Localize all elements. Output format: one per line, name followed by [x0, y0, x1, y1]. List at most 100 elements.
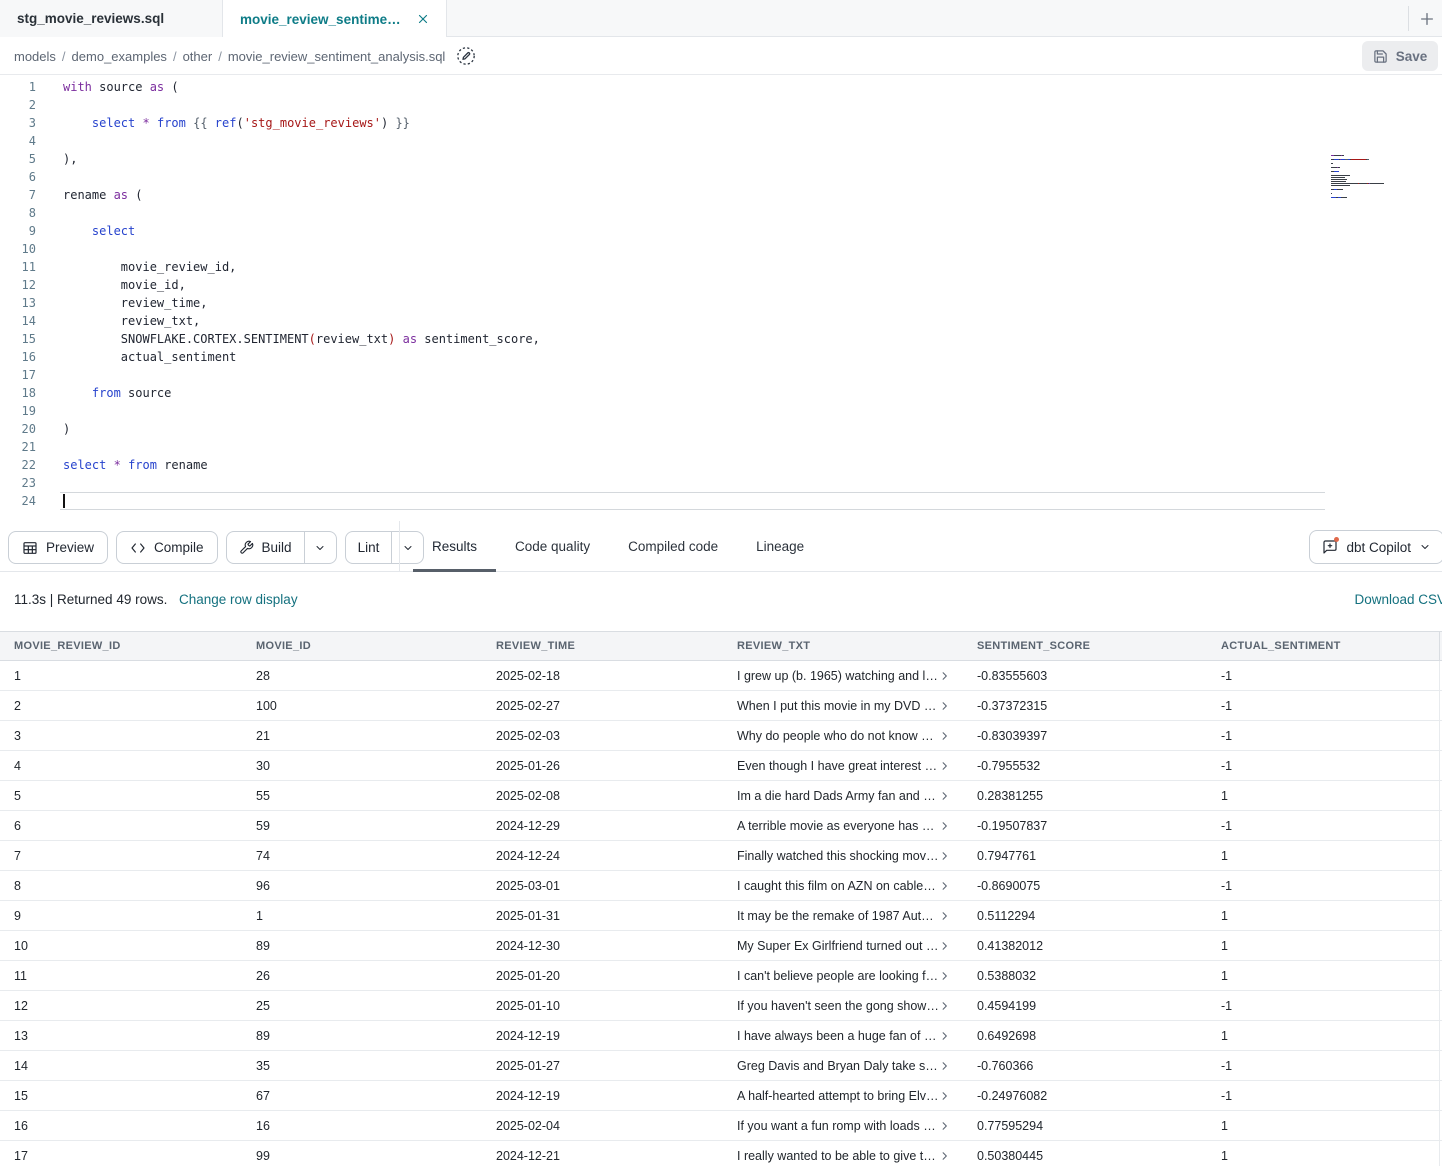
code-token: as — [150, 80, 164, 94]
row-expander-chevron-icon[interactable] — [939, 730, 950, 741]
tab-results[interactable]: Results — [413, 521, 496, 572]
build-dropdown-chevron-icon[interactable] — [305, 532, 336, 563]
row-expander-chevron-icon[interactable] — [939, 790, 950, 801]
change-row-display-link[interactable]: Change row display — [179, 592, 298, 607]
table-cell: 1 — [1207, 1141, 1440, 1166]
row-expander-chevron-icon[interactable] — [939, 1000, 950, 1011]
compile-label: Compile — [154, 540, 204, 555]
breadcrumb-item: other — [183, 49, 213, 64]
table-row: 13892024-12-19I have always been a huge … — [0, 1021, 1442, 1051]
breadcrumb-item: models — [14, 49, 56, 64]
row-expander-chevron-icon[interactable] — [939, 970, 950, 981]
row-expander-chevron-icon[interactable] — [939, 1150, 950, 1161]
table-cell: 0.5388032 — [963, 961, 1207, 990]
code-editor[interactable]: 123456789101112131415161718192021222324 … — [0, 75, 1442, 521]
line-number: 23 — [0, 474, 36, 492]
row-expander-chevron-icon[interactable] — [939, 910, 950, 921]
line-number: 6 — [0, 168, 36, 186]
table-cell: -1 — [1207, 871, 1440, 900]
table-cell: 28 — [242, 661, 482, 690]
line-number: 21 — [0, 438, 36, 456]
table-row: 10892024-12-30My Super Ex Girlfriend tur… — [0, 931, 1442, 961]
results-table-header: MOVIE_REVIEW_IDMOVIE_IDREVIEW_TIMEREVIEW… — [0, 631, 1442, 661]
breadcrumb: models/demo_examples/other/movie_review_… — [14, 37, 476, 75]
minimap[interactable] — [1331, 155, 1403, 203]
close-icon[interactable] — [416, 12, 430, 26]
line-number: 19 — [0, 402, 36, 420]
table-cell: 17 — [0, 1141, 242, 1166]
lint-label: Lint — [358, 540, 380, 555]
table-cell: 11 — [0, 961, 242, 990]
table-cell: 1 — [0, 661, 242, 690]
file-tab-stg-movie-reviews[interactable]: stg_movie_reviews.sql — [0, 0, 223, 37]
table-cell: Im a die hard Dads Army fan and nothi… — [723, 781, 963, 810]
table-cell: I caught this film on AZN on cable. It s… — [723, 871, 963, 900]
tab-code-quality[interactable]: Code quality — [496, 521, 609, 572]
row-expander-chevron-icon[interactable] — [939, 670, 950, 681]
table-cell: 59 — [242, 811, 482, 840]
build-button[interactable]: Build — [227, 532, 305, 563]
line-number: 18 — [0, 384, 36, 402]
table-row: 8962025-03-01I caught this film on AZN o… — [0, 871, 1442, 901]
code-line — [60, 240, 1325, 258]
line-number: 24 — [0, 492, 36, 510]
minimap-bar — [1334, 171, 1339, 172]
line-number: 20 — [0, 420, 36, 438]
minimap-bar — [1351, 159, 1366, 160]
save-button[interactable]: Save — [1362, 41, 1438, 71]
code-line: select * from {{ ref('stg_movie_reviews'… — [60, 114, 1325, 132]
download-csv-link[interactable]: Download CSV — [1354, 592, 1442, 607]
code-token: movie_id, — [63, 278, 186, 292]
table-cell: A half-hearted attempt to bring Elvis P… — [723, 1081, 963, 1110]
table-cell: 8 — [0, 871, 242, 900]
review-text: It may be the remake of 1987 Autumn'… — [737, 909, 939, 923]
dbt-copilot-button[interactable]: dbt Copilot — [1309, 530, 1442, 564]
file-tab-movie-review-sentiment[interactable]: movie_review_sentiment_… — [223, 0, 447, 38]
tab-compiled-code[interactable]: Compiled code — [609, 521, 737, 572]
code-line: SNOWFLAKE.CORTEX.SENTIMENT(review_txt) a… — [60, 330, 1325, 348]
tab-lineage[interactable]: Lineage — [737, 521, 823, 572]
compile-button[interactable]: Compile — [116, 531, 218, 564]
row-expander-chevron-icon[interactable] — [939, 850, 950, 861]
review-text: I can't believe people are looking for a… — [737, 969, 939, 983]
results-tabs: Results Code quality Compiled code Linea… — [413, 521, 823, 572]
code-token: ( — [128, 188, 142, 202]
table-cell: 15 — [0, 1081, 242, 1110]
table-cell: A terrible movie as everyone has said. … — [723, 811, 963, 840]
row-expander-chevron-icon[interactable] — [939, 760, 950, 771]
table-cell: 0.41382012 — [963, 931, 1207, 960]
table-cell: When I put this movie in my DVD playe… — [723, 691, 963, 720]
row-expander-chevron-icon[interactable] — [939, 1090, 950, 1101]
row-expander-chevron-icon[interactable] — [939, 1120, 950, 1131]
line-number: 14 — [0, 312, 36, 330]
review-text: I caught this film on AZN on cable. It s… — [737, 879, 939, 893]
row-expander-chevron-icon[interactable] — [939, 820, 950, 831]
row-expander-chevron-icon[interactable] — [939, 940, 950, 951]
code-token: review_txt — [316, 332, 388, 346]
table-cell: -1 — [1207, 661, 1440, 690]
table-row: 17992024-12-21I really wanted to be able… — [0, 1141, 1442, 1166]
new-tab-plus-icon[interactable] — [1417, 9, 1437, 29]
table-cell: 1 — [1207, 1111, 1440, 1140]
code-token — [63, 116, 92, 130]
editor-lines: with source as ( select * from {{ ref('s… — [60, 78, 1325, 510]
code-line — [60, 366, 1325, 384]
review-text: I have always been a huge fan of "Hom… — [737, 1029, 939, 1043]
code-token: rename — [157, 458, 208, 472]
table-cell: -0.8690075 — [963, 871, 1207, 900]
dbt-ide-window: stg_movie_reviews.sql movie_review_senti… — [0, 0, 1442, 1166]
lint-button[interactable]: Lint — [346, 532, 393, 563]
table-cell: 2025-02-27 — [482, 691, 723, 720]
table-cell: If you want a fun romp with loads of s… — [723, 1111, 963, 1140]
row-expander-chevron-icon[interactable] — [939, 1060, 950, 1071]
preview-button[interactable]: Preview — [8, 531, 108, 564]
review-text: I grew up (b. 1965) watching and lovin… — [737, 669, 939, 683]
code-line — [60, 168, 1325, 186]
minimap-bar — [1331, 185, 1350, 186]
line-number: 3 — [0, 114, 36, 132]
row-expander-chevron-icon[interactable] — [939, 880, 950, 891]
table-cell: If you haven't seen the gong show TV s… — [723, 991, 963, 1020]
row-expander-chevron-icon[interactable] — [939, 1030, 950, 1041]
row-expander-chevron-icon[interactable] — [939, 700, 950, 711]
line-number: 13 — [0, 294, 36, 312]
